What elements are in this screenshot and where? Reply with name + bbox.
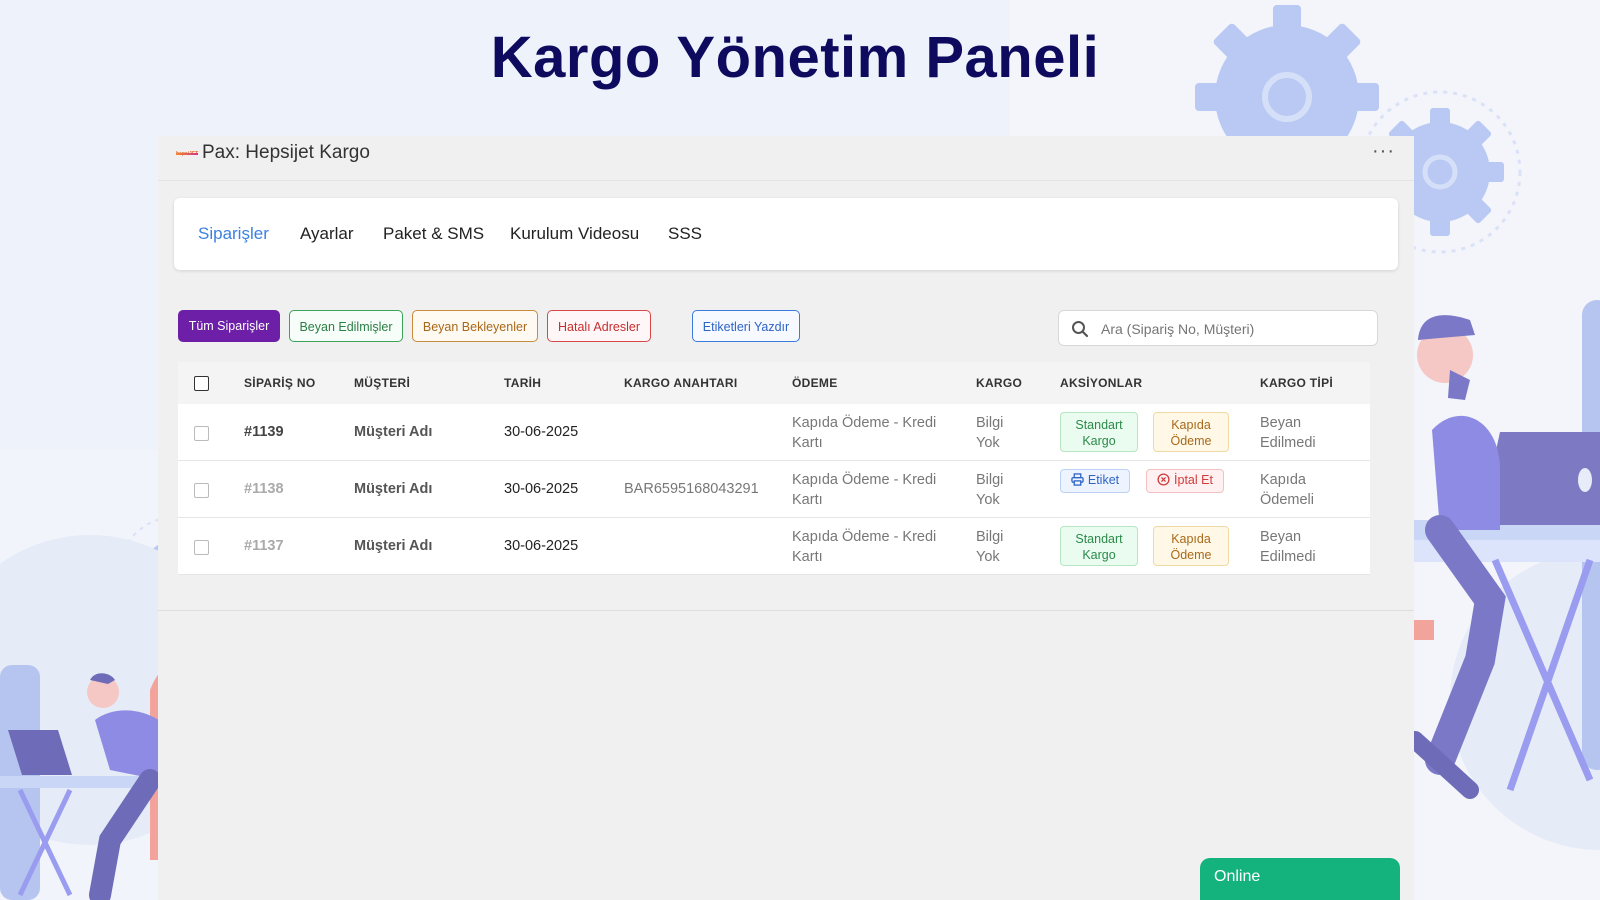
table-row: #1137 Müşteri Adı 30-06-2025 Kapıda Ödem… — [178, 518, 1370, 575]
header-kargo-tipi: KARGO TİPİ — [1260, 376, 1334, 390]
customer-name: Müşteri Adı — [354, 424, 433, 440]
order-number[interactable]: #1138 — [244, 481, 284, 497]
printer-icon — [1071, 473, 1084, 486]
header-odeme: ÖDEME — [792, 376, 838, 390]
tab-bar: Siparişler Ayarlar Paket & SMS Kurulum V… — [174, 198, 1398, 270]
orders-table: SİPARİŞ NO MÜŞTERİ TARİH KARGO ANAHTARI … — [178, 362, 1370, 575]
print-label-button[interactable]: Etiket — [1060, 469, 1130, 493]
cargo-type: Beyan Edilmedi — [1260, 529, 1316, 565]
order-number[interactable]: #1139 — [244, 424, 284, 440]
customer-name: Müşteri Adı — [354, 538, 433, 554]
print-label-text: Etiket — [1087, 473, 1120, 487]
cargo-status: Bilgi Yok — [976, 529, 1004, 565]
search-box — [1058, 310, 1378, 346]
cargo-status: Bilgi Yok — [976, 472, 1004, 508]
cash-on-delivery-button[interactable]: Kapıda Ödeme — [1153, 412, 1229, 452]
hepsijet-logo: hepsiJET — [176, 150, 198, 158]
page-title: Kargo Yönetim Paneli — [490, 25, 1100, 90]
more-options-icon[interactable]: ··· — [1372, 140, 1395, 163]
payment-method: Kapıda Ödeme - Kredi Kartı — [792, 529, 937, 565]
online-status-button[interactable]: Online — [1200, 858, 1400, 900]
cargo-key: BAR6595168043291 — [624, 481, 759, 497]
header-tarih: TARİH — [504, 376, 542, 390]
divider — [158, 610, 1414, 611]
header-kargo: KARGO — [976, 376, 1023, 390]
order-number[interactable]: #1137 — [244, 538, 284, 554]
cargo-type: Kapıda Ödemeli — [1260, 472, 1314, 508]
tab-kurulum-videosu[interactable]: Kurulum Videosu — [510, 224, 639, 244]
row-checkbox[interactable] — [194, 540, 209, 555]
cancel-circle-icon — [1157, 473, 1170, 486]
payment-method: Kapıda Ödeme - Kredi Kartı — [792, 472, 937, 508]
header-musteri: MÜŞTERİ — [354, 376, 411, 390]
declared-filter-button[interactable]: Beyan Edilmişler — [289, 310, 403, 342]
app-window: hepsiJET Pax: Hepsijet Kargo ··· Sipariş… — [158, 136, 1414, 900]
print-labels-button[interactable]: Etiketleri Yazdır — [692, 310, 800, 342]
header-kargo-anahtari: KARGO ANAHTARI — [624, 376, 738, 390]
select-all-checkbox[interactable] — [194, 376, 209, 391]
tab-sss[interactable]: SSS — [668, 224, 702, 244]
cargo-type: Beyan Edilmedi — [1260, 415, 1316, 451]
order-date: 30-06-2025 — [504, 538, 579, 554]
table-row: #1138 Müşteri Adı 30-06-2025 BAR65951680… — [178, 461, 1370, 518]
header-aksiyonlar: AKSİYONLAR — [1060, 376, 1143, 390]
wrong-address-filter-button[interactable]: Hatalı Adresler — [547, 310, 651, 342]
cash-on-delivery-button[interactable]: Kapıda Ödeme — [1153, 526, 1229, 566]
order-date: 30-06-2025 — [504, 424, 579, 440]
search-icon — [1072, 321, 1089, 338]
customer-name: Müşteri Adı — [354, 481, 433, 497]
tab-ayarlar[interactable]: Ayarlar — [300, 224, 354, 244]
cargo-status: Bilgi Yok — [976, 415, 1004, 451]
standard-cargo-button[interactable]: Standart Kargo — [1060, 412, 1138, 452]
window-header: hepsiJET Pax: Hepsijet Kargo ··· — [158, 136, 1414, 181]
table-row: #1139 Müşteri Adı 30-06-2025 Kapıda Ödem… — [178, 404, 1370, 461]
header-siparis-no: SİPARİŞ NO — [244, 376, 316, 390]
table-header: SİPARİŞ NO MÜŞTERİ TARİH KARGO ANAHTARI … — [178, 362, 1370, 404]
order-date: 30-06-2025 — [504, 481, 579, 497]
standard-cargo-button[interactable]: Standart Kargo — [1060, 526, 1138, 566]
cancel-text: İptal Et — [1174, 473, 1213, 487]
window-title: Pax: Hepsijet Kargo — [202, 142, 370, 163]
row-checkbox[interactable] — [194, 426, 209, 441]
tab-siparisler[interactable]: Siparişler — [198, 224, 269, 244]
tab-paket-sms[interactable]: Paket & SMS — [383, 224, 484, 244]
row-checkbox[interactable] — [194, 483, 209, 498]
search-input[interactable] — [1099, 317, 1373, 341]
pending-filter-button[interactable]: Beyan Bekleyenler — [412, 310, 538, 342]
payment-method: Kapıda Ödeme - Kredi Kartı — [792, 415, 937, 451]
cancel-button[interactable]: İptal Et — [1146, 469, 1224, 493]
all-orders-filter-button[interactable]: Tüm Siparişler — [178, 310, 280, 342]
